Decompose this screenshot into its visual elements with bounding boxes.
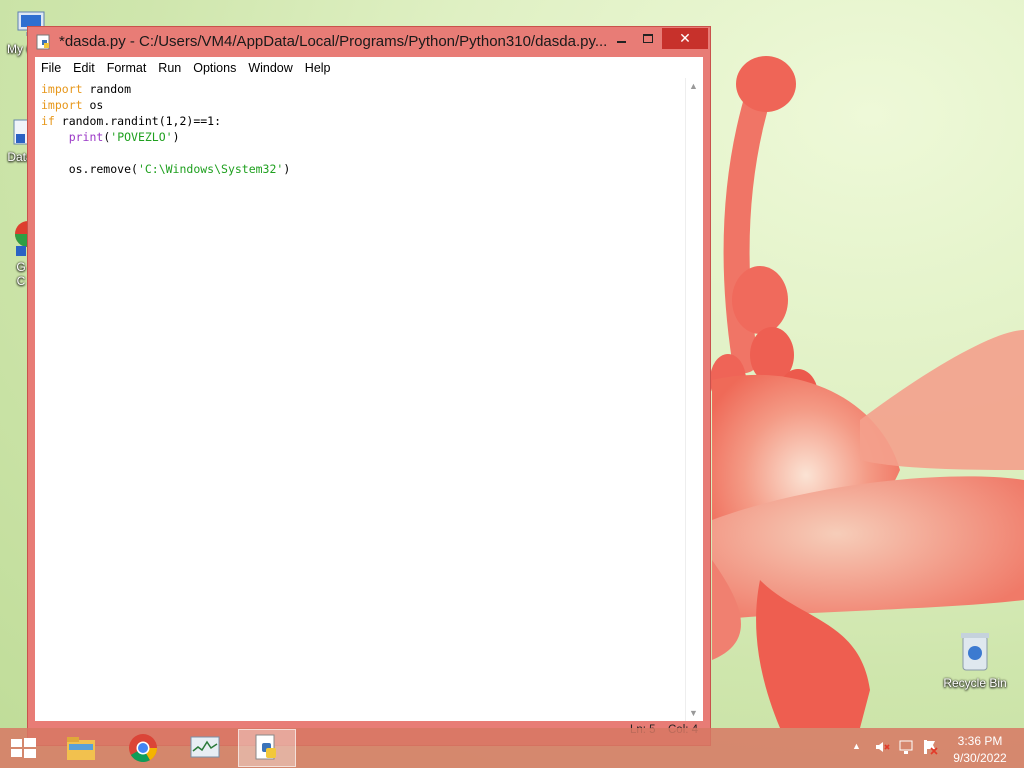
python-file-icon xyxy=(36,34,52,50)
code-line: import os xyxy=(41,98,104,112)
code-line: if random.randint(1,2)==1: xyxy=(41,114,222,128)
maximize-button[interactable] xyxy=(635,28,661,49)
code-line: import random xyxy=(41,82,132,96)
start-button[interactable] xyxy=(8,736,38,760)
scroll-down-icon[interactable]: ▼ xyxy=(689,708,698,718)
minimize-button[interactable] xyxy=(608,28,634,49)
volume-muted-icon[interactable] xyxy=(874,739,890,758)
taskbar-python-idle[interactable] xyxy=(238,729,296,767)
chrome-icon xyxy=(129,734,157,762)
code-text[interactable]: import random import os if random.randin… xyxy=(41,81,290,177)
maximize-icon xyxy=(643,34,653,43)
taskbar-chrome[interactable] xyxy=(114,729,172,767)
menu-run[interactable]: Run xyxy=(152,61,187,75)
desktop-icon-label: Recycle Bin xyxy=(943,676,1007,690)
recycle-bin-icon xyxy=(957,628,993,674)
file-explorer-icon xyxy=(67,737,95,760)
scroll-up-icon[interactable]: ▲ xyxy=(689,81,698,91)
code-line: os.remove('C:\Windows\System32') xyxy=(41,162,291,176)
show-hidden-icon[interactable]: ▲ xyxy=(852,741,861,751)
vertical-scrollbar[interactable]: ▲ ▼ xyxy=(685,78,703,721)
resource-monitor-icon xyxy=(190,736,220,758)
desktop-icon-recycle-bin[interactable]: Recycle Bin xyxy=(940,628,1010,690)
code-line: print('POVEZLO') xyxy=(68,130,180,144)
taskbar xyxy=(0,728,1024,768)
menu-bar: File Edit Format Run Options Window Help xyxy=(35,57,703,78)
minimize-icon xyxy=(616,40,626,43)
clock-time: 3:36 PM xyxy=(957,734,1003,748)
system-clock[interactable]: 3:36 PM 9/30/2022 xyxy=(948,733,1012,767)
close-icon: ✕ xyxy=(679,30,691,46)
menu-window[interactable]: Window xyxy=(242,61,298,75)
window-title: *dasda.py - C:/Users/VM4/AppData/Local/P… xyxy=(59,33,608,50)
action-center-icon[interactable] xyxy=(922,739,938,758)
clock-date: 9/30/2022 xyxy=(953,751,1007,765)
close-button[interactable]: ✕ xyxy=(662,28,708,49)
title-bar[interactable]: *dasda.py - C:/Users/VM4/AppData/Local/P… xyxy=(28,27,710,57)
menu-help[interactable]: Help xyxy=(299,61,337,75)
network-icon[interactable] xyxy=(898,739,914,758)
menu-options[interactable]: Options xyxy=(187,61,242,75)
code-editor[interactable]: import random import os if random.randin… xyxy=(35,78,703,721)
menu-edit[interactable]: Edit xyxy=(67,61,101,75)
menu-file[interactable]: File xyxy=(35,61,67,75)
taskbar-file-explorer[interactable] xyxy=(52,729,110,767)
python-idle-icon xyxy=(255,734,276,760)
menu-format[interactable]: Format xyxy=(101,61,153,75)
windows-logo-icon xyxy=(11,738,36,758)
idle-editor-window[interactable]: *dasda.py - C:/Users/VM4/AppData/Local/P… xyxy=(27,26,711,746)
taskbar-resource-monitor[interactable] xyxy=(176,729,234,767)
